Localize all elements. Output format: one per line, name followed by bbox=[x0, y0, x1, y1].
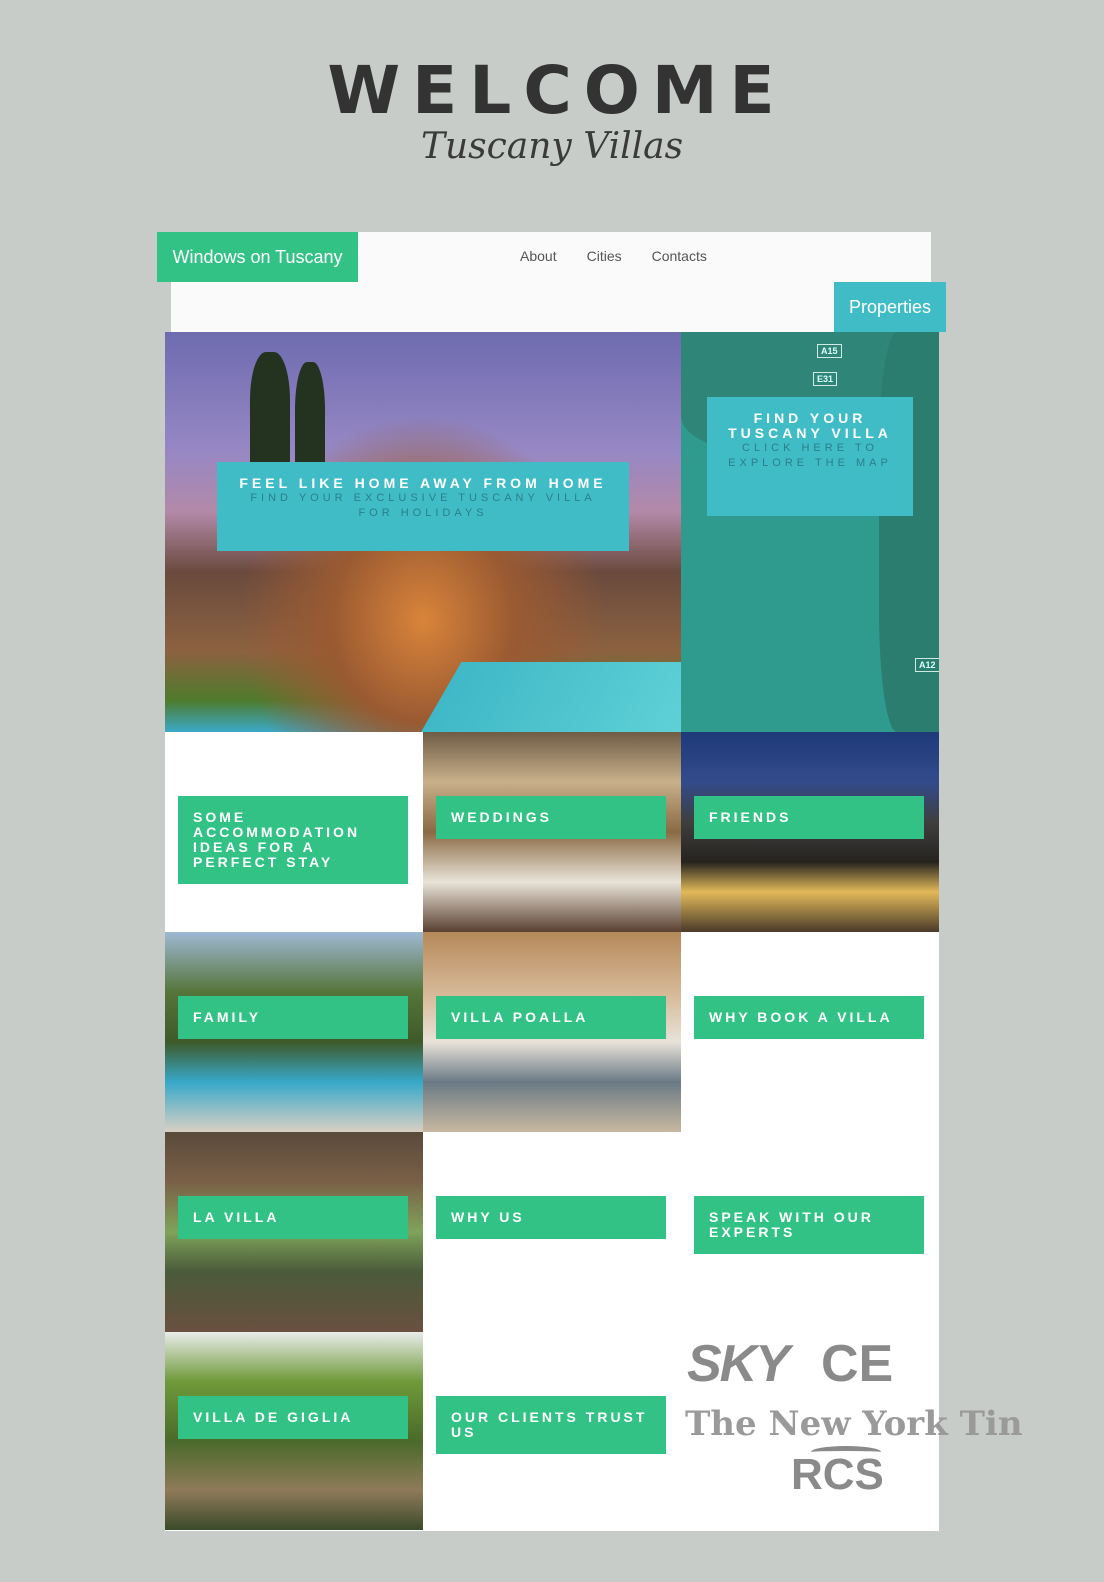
welcome-heading: WELCOME bbox=[327, 52, 787, 129]
tile-label-why-us[interactable]: WHY US bbox=[436, 1196, 666, 1239]
map-subtitle: CLICK HERE TO EXPLORE THE MAP bbox=[728, 442, 892, 469]
nav-link-cities[interactable]: Cities bbox=[587, 248, 622, 264]
map-caption[interactable]: FIND YOUR TUSCANY VILLA CLICK HERE TO EX… bbox=[707, 397, 913, 516]
tile-label-weddings[interactable]: WEDDINGS bbox=[436, 796, 666, 839]
tile-label-family[interactable]: FAMILY bbox=[178, 996, 408, 1039]
road-badge: A12 bbox=[915, 658, 939, 672]
properties-button[interactable]: Properties bbox=[834, 282, 946, 332]
nav-link-contacts[interactable]: Contacts bbox=[652, 248, 707, 264]
hero-subtitle: FIND YOUR EXCLUSIVE TUSCANY VILLA FOR HO… bbox=[250, 492, 596, 519]
sky-logo: SKY bbox=[687, 1335, 790, 1393]
pool-shape bbox=[421, 662, 681, 732]
road-badge: A15 bbox=[817, 344, 842, 358]
nyt-logo: The New York Tin bbox=[685, 1404, 1023, 1444]
tile-label-speak-with-experts[interactable]: SPEAK WITH OUR EXPERTS bbox=[694, 1196, 924, 1254]
hero-title: FEEL LIKE HOME AWAY FROM HOME bbox=[239, 475, 607, 491]
nav-links: About Cities Contacts bbox=[520, 248, 707, 264]
cbs-logo: CE bbox=[821, 1335, 894, 1393]
tree-shape bbox=[250, 352, 290, 472]
road-badge: E31 bbox=[813, 372, 838, 386]
nav-link-about[interactable]: About bbox=[520, 248, 557, 264]
site-subtitle: Tuscany Villas bbox=[420, 126, 684, 167]
map-title: FIND YOUR TUSCANY VILLA bbox=[728, 410, 892, 441]
map-tile[interactable]: A15 E31 A12 bbox=[681, 332, 939, 732]
hero-caption[interactable]: FEEL LIKE HOME AWAY FROM HOME FIND YOUR … bbox=[217, 462, 629, 551]
tile-label-why-book-a-villa[interactable]: WHY BOOK A VILLA bbox=[694, 996, 924, 1039]
brand-button[interactable]: Windows on Tuscany bbox=[157, 232, 358, 282]
tile-label-villa-poalla[interactable]: VILLA POALLA bbox=[436, 996, 666, 1039]
map-coast bbox=[879, 332, 939, 732]
rcs-swoosh bbox=[811, 1446, 881, 1458]
tile-label-villa-de-giglia[interactable]: VILLA DE GIGLIA bbox=[178, 1396, 408, 1439]
tile-label-clients-trust[interactable]: OUR CLIENTS TRUST US bbox=[436, 1396, 666, 1454]
tile-label-accommodation-ideas[interactable]: SOME ACCOMMODATION IDEAS FOR A PERFECT S… bbox=[178, 796, 408, 884]
tile-label-la-villa[interactable]: LA VILLA bbox=[178, 1196, 408, 1239]
tile-label-friends[interactable]: FRIENDS bbox=[694, 796, 924, 839]
rcs-logo: RCS bbox=[791, 1446, 884, 1500]
press-logos: SKY CE The New York Tin RCS bbox=[681, 1320, 1023, 1530]
